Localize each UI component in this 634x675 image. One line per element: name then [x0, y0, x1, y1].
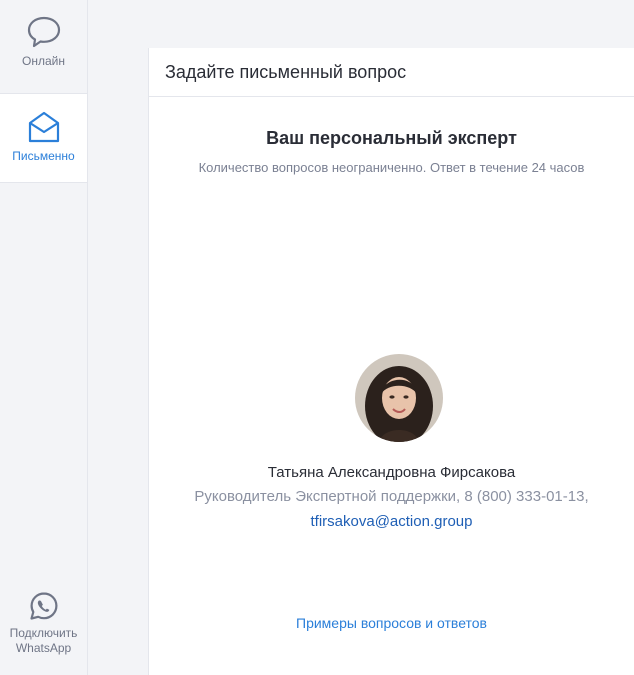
chat-bubble-icon: [27, 16, 60, 48]
sidebar-item-online[interactable]: Онлайн: [0, 0, 87, 94]
sidebar: Онлайн Письменно Подключить WhatsApp: [0, 0, 88, 675]
whatsapp-icon: [29, 592, 57, 620]
expert-photo: [355, 354, 443, 442]
envelope-icon: [28, 111, 59, 143]
panel-title: Задайте письменный вопрос: [149, 48, 634, 97]
app-root: Онлайн Письменно Подключить WhatsApp Зад…: [0, 0, 634, 675]
expert-role: Руководитель Экспертной поддержки, 8 (80…: [194, 488, 589, 505]
whatsapp-label-line1: Подключить: [9, 626, 78, 640]
expert-email-link[interactable]: tfirsakova@action.group: [149, 513, 634, 530]
expert-name: Татьяна Александровна Фирсакова: [267, 464, 516, 481]
sidebar-item-label: Письменно: [12, 149, 75, 163]
sidebar-item-label: Онлайн: [22, 54, 65, 68]
expert-avatar: [355, 354, 443, 442]
question-panel: Задайте письменный вопрос Ваш персональн…: [148, 48, 634, 675]
expert-section-subtitle: Количество вопросов неограниченно. Ответ…: [198, 160, 585, 175]
connect-whatsapp-button[interactable]: Подключить WhatsApp: [0, 588, 87, 668]
whatsapp-label-line2: WhatsApp: [15, 641, 72, 655]
examples-link[interactable]: Примеры вопросов и ответов: [149, 615, 634, 631]
expert-section-title: Ваш персональный эксперт: [266, 128, 517, 148]
sidebar-item-written[interactable]: Письменно: [0, 94, 87, 183]
